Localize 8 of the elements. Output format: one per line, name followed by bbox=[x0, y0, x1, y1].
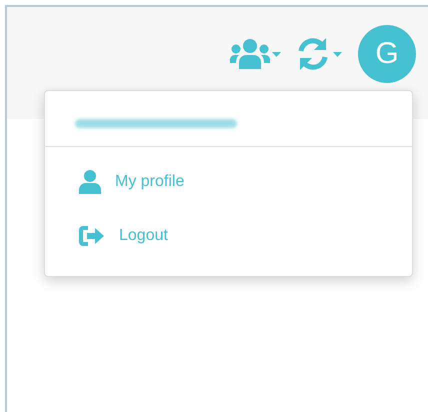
logout-icon bbox=[79, 226, 105, 246]
menu-item[interactable]: My profile bbox=[45, 167, 412, 197]
avatar-button[interactable]: G bbox=[358, 25, 416, 83]
caret-icon bbox=[272, 52, 281, 56]
users-icon bbox=[230, 39, 270, 69]
user-icon bbox=[79, 170, 101, 194]
caret-icon bbox=[333, 52, 342, 56]
menu-item[interactable]: Logout bbox=[45, 221, 412, 251]
